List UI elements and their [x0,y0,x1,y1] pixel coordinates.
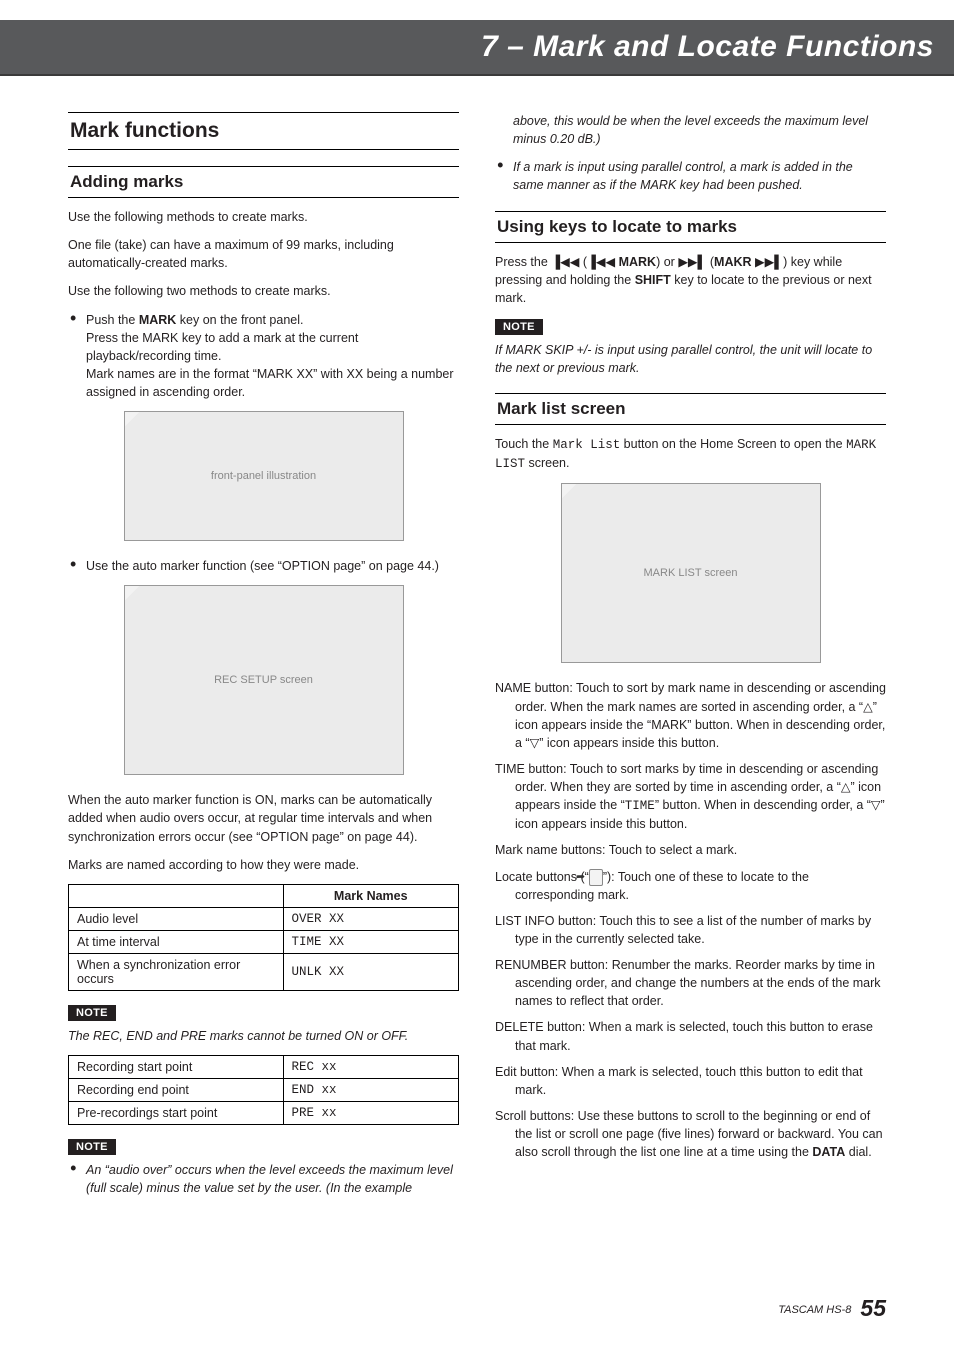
text: ) or [656,255,678,269]
left-column: Mark functions Adding marks Use the foll… [68,112,459,1207]
skip-back-icon: ▐◀◀ [587,255,615,269]
mark-names-table-1: Mark Names Audio level OVER XX At time i… [68,884,459,991]
def-locate-buttons: Locate buttons (“➦”): Touch one of these… [495,868,886,904]
text: Push the [86,313,139,327]
text: Press the [495,255,551,269]
text: button on the Home Screen to open the [620,437,846,451]
text: screen. [525,456,569,470]
page: 7 – Mark and Locate Functions Mark funct… [0,0,954,1350]
cell-label: At time interval [69,930,284,953]
auto-marker-explain: When the auto marker function is ON, mar… [68,791,459,845]
text: ( [579,255,587,269]
cell-label: Recording start point [69,1055,284,1078]
def-time-button: TIME button: Touch to sort marks by time… [495,760,886,834]
note-rec-end-pre: The REC, END and PRE marks cannot be tur… [68,1027,459,1045]
table-row: Pre-recordings start point PRE xx [69,1101,459,1124]
two-column-layout: Mark functions Adding marks Use the foll… [68,112,886,1207]
note-badge: NOTE [68,1139,116,1155]
mark-list-definitions: NAME button: Touch to sort by mark name … [495,679,886,1161]
cell-value: REC xx [283,1055,459,1078]
def-markname-buttons: Mark name buttons: Touch to select a mar… [495,841,886,859]
marks-named-by: Marks are named according to how they we… [68,856,459,874]
mark-names-col-header: Mark Names [283,884,459,907]
cell-label: Audio level [69,907,284,930]
bullet-auto-marker: Use the auto marker function (see “OPTIO… [86,557,459,575]
note-audio-over: An “audio over” occurs when the level ex… [86,1161,459,1197]
skip-forward-icon: ▶▶▌ [755,255,783,269]
text: dial. [845,1145,871,1159]
text: key on the front panel. [176,313,303,327]
text: MARK [615,255,656,269]
adding-marks-bullets: Push the MARK key on the front panel. Pr… [68,311,459,402]
section-mark-functions: Mark functions [68,112,459,150]
skip-back-icon: ▐◀◀ [551,255,579,269]
subsection-using-keys: Using keys to locate to marks [495,211,886,243]
footer-model: TASCAM HS-8 [778,1304,851,1316]
table-row: Recording start point REC xx [69,1055,459,1078]
cell-value: OVER XX [283,907,459,930]
bullet-push-mark: Push the MARK key on the front panel. Pr… [86,311,459,402]
mono-text: Mark List [553,438,621,452]
subsection-mark-list: Mark list screen [495,393,886,425]
def-listinfo-button: LIST INFO button: Touch this to see a li… [495,912,886,948]
cell-label: Recording end point [69,1078,284,1101]
note-audio-over-list: An “audio over” occurs when the level ex… [68,1161,459,1197]
bullet-push-mark-l1: Push the MARK key on the front panel. [86,311,459,329]
note-badge: NOTE [495,319,543,335]
shift-key-name: SHIFT [635,273,671,287]
def-delete-button: DELETE button: When a mark is selected, … [495,1018,886,1054]
cell-label: Pre-recordings start point [69,1101,284,1124]
rec-setup-screenshot: REC SETUP screen [124,585,404,775]
note-continued-top: above, this would be when the level exce… [513,112,886,148]
table-row: Audio level OVER XX [69,907,459,930]
subsection-adding-marks: Adding marks [68,166,459,198]
cell-value: UNLK XX [283,953,459,990]
right-column: above, this would be when the level exce… [495,112,886,1207]
text: ( [706,255,714,269]
table-row: Recording end point END xx [69,1078,459,1101]
note-continued-list: If a mark is input using parallel contro… [495,158,886,194]
table-row: When a synchronization error occurs UNLK… [69,953,459,990]
adding-marks-bullets-2: Use the auto marker function (see “OPTIO… [68,557,459,575]
adding-marks-p3: Use the following two methods to create … [68,282,459,300]
mark-list-screenshot: MARK LIST screen [561,483,821,663]
mark-names-table-2: Recording start point REC xx Recording e… [68,1055,459,1125]
text: Touch the [495,437,553,451]
adding-marks-p2: One file (take) can have a maximum of 99… [68,236,459,272]
mono-text: TIME [625,799,655,813]
def-edit-button: Edit button: When a mark is selected, to… [495,1063,886,1099]
page-number: 55 [860,1295,886,1321]
front-panel-illustration: front-panel illustration [124,411,404,541]
text: MAKR [714,255,755,269]
note-parallel-mark: If a mark is input using parallel contro… [513,158,886,194]
adding-marks-p1: Use the following methods to create mark… [68,208,459,226]
cell-value: PRE xx [283,1101,459,1124]
cell-value: TIME XX [283,930,459,953]
cell-label: When a synchronization error occurs [69,953,284,990]
text: Locate buttons (“ [495,870,589,884]
cell-value: END xx [283,1078,459,1101]
def-renumber-button: RENUMBER button: Renumber the marks. Reo… [495,956,886,1010]
chapter-title: 7 – Mark and Locate Functions [0,20,954,76]
locate-icon: ➦ [589,869,603,886]
using-keys-body: Press the ▐◀◀ (▐◀◀ MARK) or ▶▶▌ (MAKR ▶▶… [495,253,886,307]
table-row: At time interval TIME XX [69,930,459,953]
bullet-push-mark-l2: Press the MARK key to add a mark at the … [86,329,459,365]
note-badge: NOTE [68,1005,116,1021]
mark-list-open: Touch the Mark List button on the Home S… [495,435,886,473]
skip-forward-icon: ▶▶▌ [678,255,706,269]
bullet-push-mark-l3: Mark names are in the format “MARK XX” w… [86,365,459,401]
data-dial-name: DATA [812,1145,845,1159]
mark-key-name: MARK [139,313,177,327]
def-name-button: NAME button: Touch to sort by mark name … [495,679,886,752]
page-footer: TASCAM HS-8 55 [778,1295,886,1322]
note-mark-skip: If MARK SKIP +/- is input using parallel… [495,341,886,377]
def-scroll-buttons: Scroll buttons: Use these buttons to scr… [495,1107,886,1161]
